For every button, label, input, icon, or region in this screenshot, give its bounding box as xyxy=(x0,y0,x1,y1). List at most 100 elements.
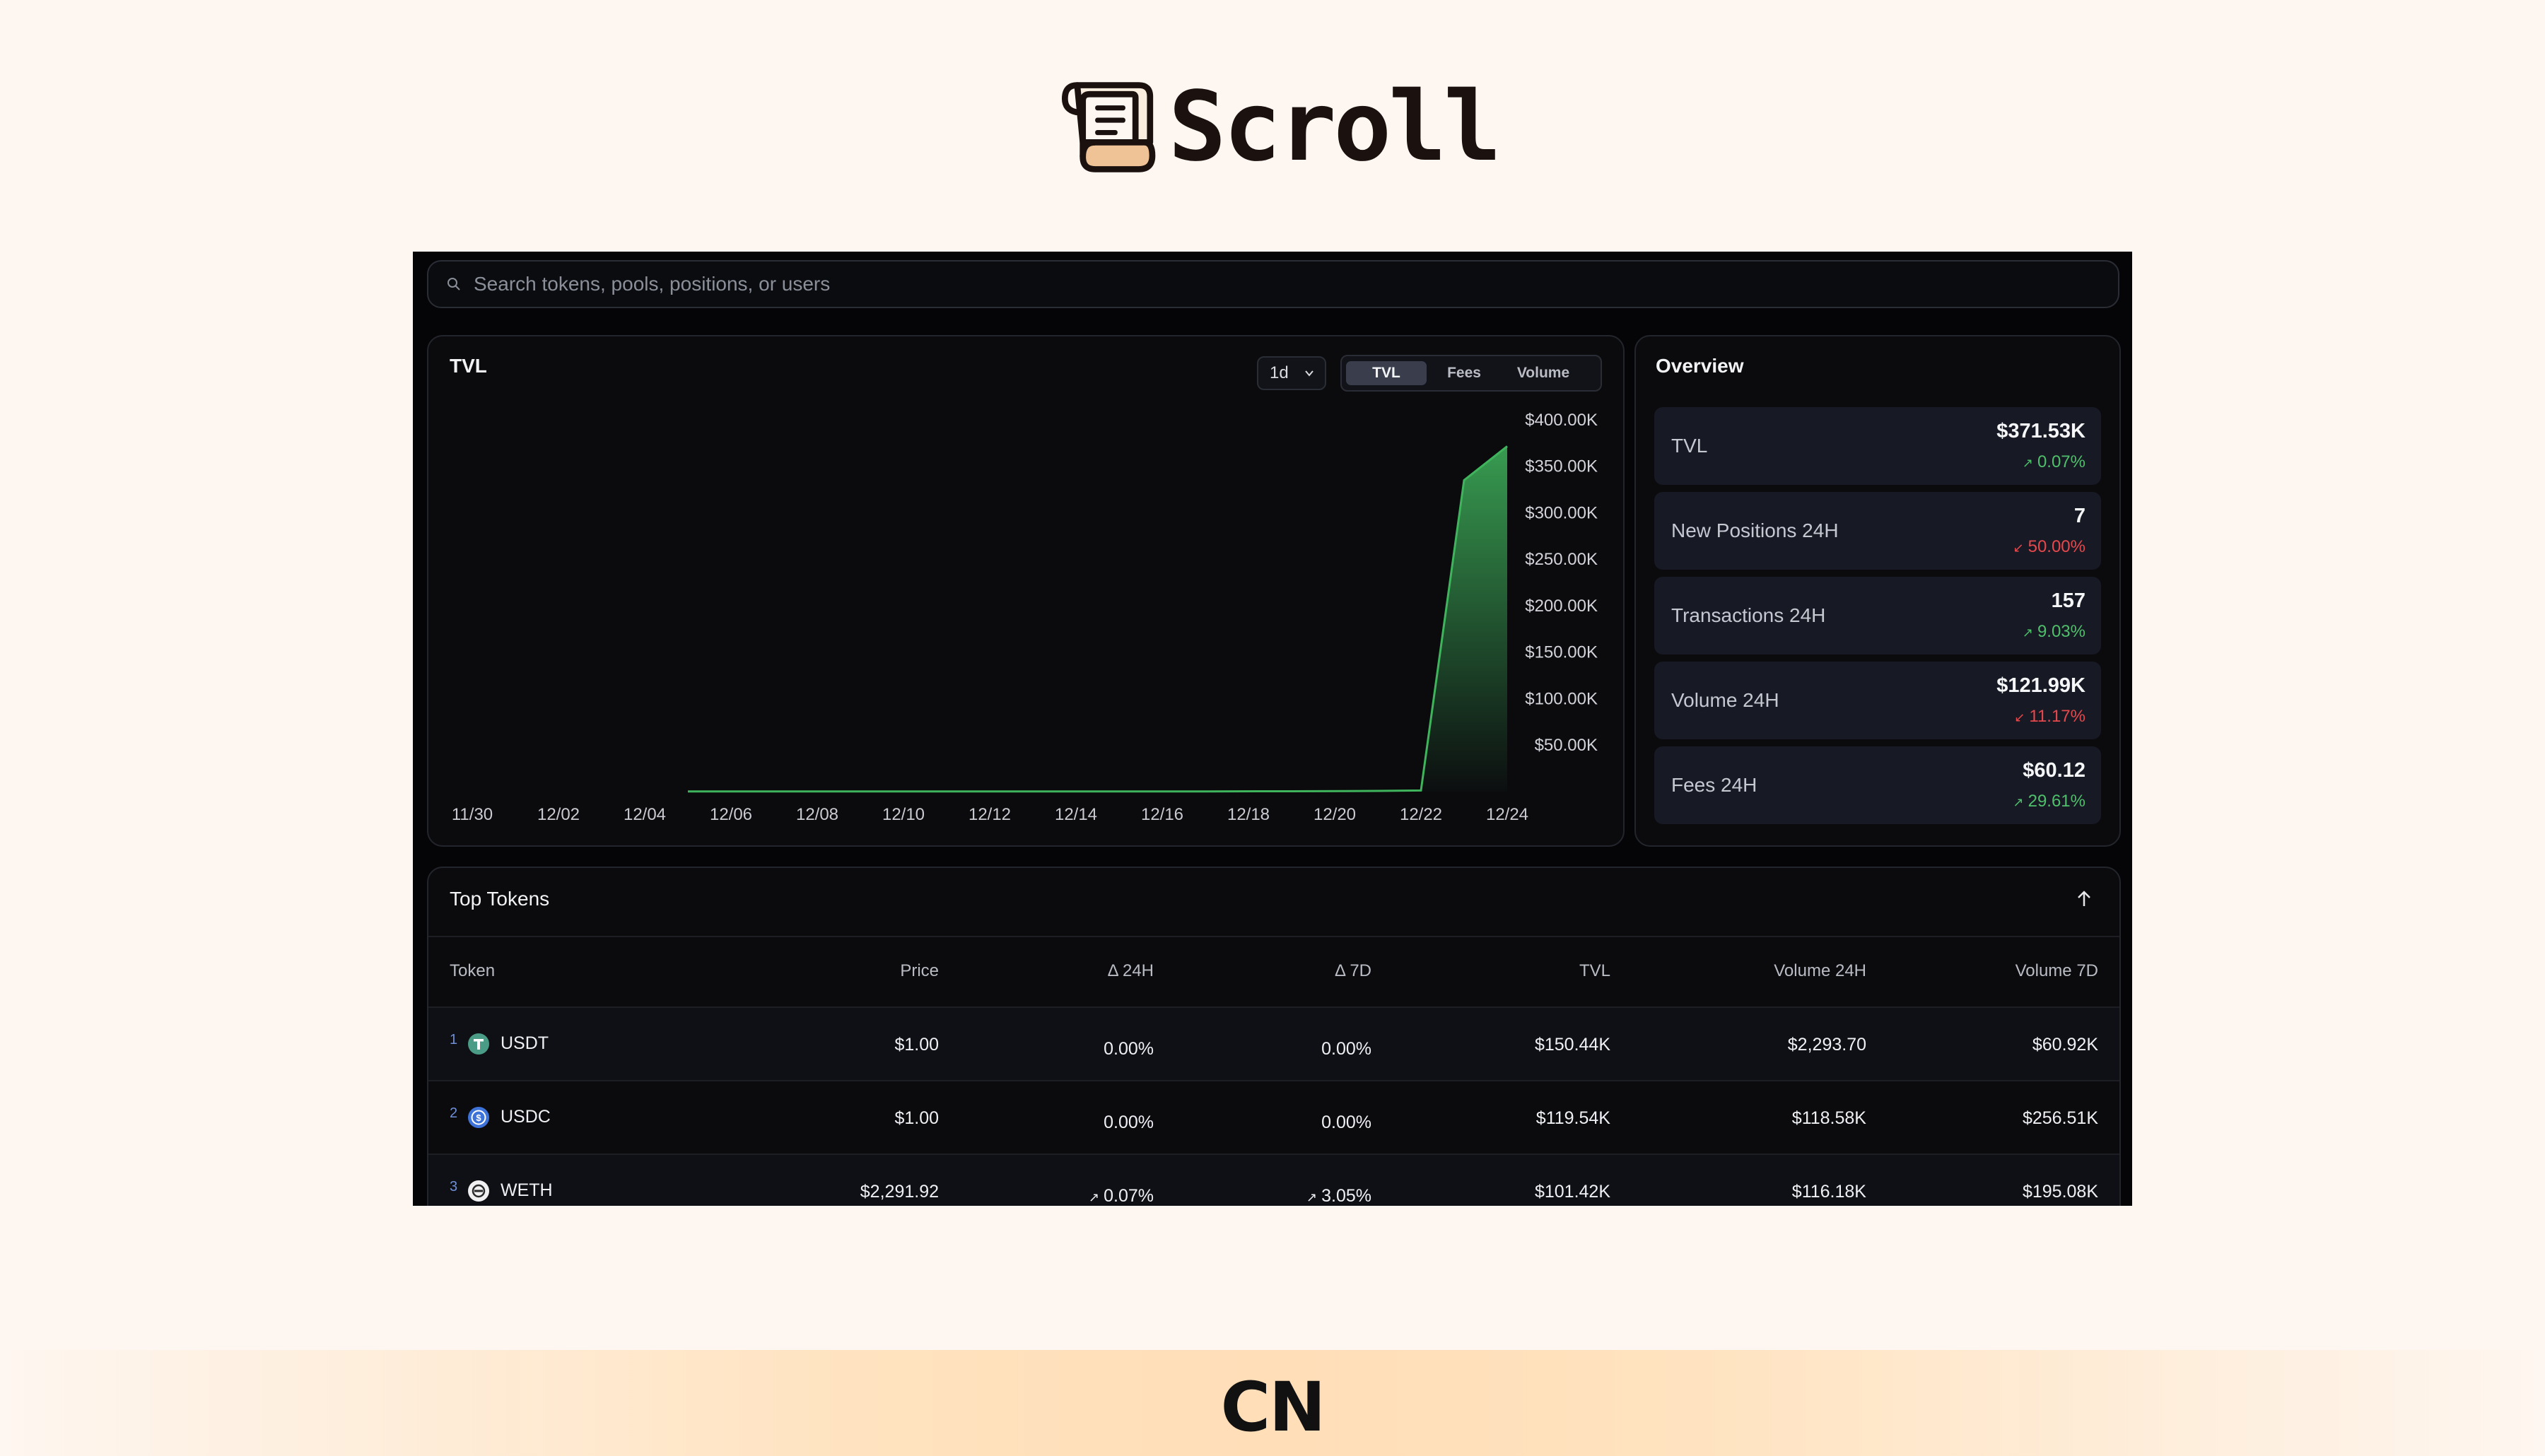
tether-icon xyxy=(468,1033,489,1055)
col-header-volume-24h[interactable]: Volume 24H xyxy=(1774,961,1866,981)
table-row[interactable]: 3 WETH $2,291.92 ↗ 0.07% ↗ 3.05% $101.42K … xyxy=(428,1153,2119,1206)
y-axis-tick-label: $250.00K xyxy=(1525,550,1598,569)
y-axis-tick-label: $200.00K xyxy=(1525,597,1598,616)
search-icon xyxy=(447,278,460,290)
y-axis-tick-label: $50.00K xyxy=(1535,736,1598,755)
arrow-down-left-icon: ↙ xyxy=(2013,541,2024,555)
tvl-line xyxy=(688,445,1508,793)
table-row[interactable]: 2 $ USDC $1.00 0.00% 0.00% $119.54K $118… xyxy=(428,1080,2119,1153)
x-axis-tick-label: 11/30 xyxy=(452,805,493,824)
token-rank: 2 xyxy=(450,1105,458,1121)
arrow-down-left-icon: ↙ xyxy=(2014,710,2025,724)
y-axis-tick-label: $300.00K xyxy=(1525,503,1598,522)
stat-change: ↗ 29.61% xyxy=(2013,792,2086,811)
token-symbol: WETH xyxy=(501,1180,553,1200)
token-change-7d: 0.00% xyxy=(1321,1039,1371,1059)
arrow-up-right-icon: ↗ xyxy=(1089,1190,1100,1204)
stat-tvl: TVL $371.53K ↗ 0.07% xyxy=(1654,407,2101,485)
y-axis-tick-label: $400.00K xyxy=(1525,411,1598,430)
arrow-up-right-icon: ↗ xyxy=(2022,626,2033,640)
overview-card: Overview TVL $371.53K ↗ 0.07% New Positio… xyxy=(1634,335,2121,847)
top-tokens-card: Top Tokens Token Price Δ 24H Δ 7D TVL Vo… xyxy=(427,867,2121,1206)
token-change-24h: ↗ 0.07% xyxy=(1089,1186,1154,1206)
stat-transactions: Transactions 24H 157 ↗ 9.03% xyxy=(1654,577,2101,654)
arrow-up-right-icon: ↗ xyxy=(2013,795,2024,809)
stat-volume: Volume 24H $121.99K ↙ 11.17% xyxy=(1654,662,2101,739)
col-header-price[interactable]: Price xyxy=(900,961,939,981)
token-symbol: USDT xyxy=(501,1033,549,1053)
token-rank: 3 xyxy=(450,1179,458,1194)
token-rank: 1 xyxy=(450,1032,458,1047)
token-price: $1.00 xyxy=(894,1108,939,1128)
x-axis-tick-label: 12/24 xyxy=(1486,805,1528,824)
y-axis-tick-label: $150.00K xyxy=(1525,643,1598,662)
token-symbol: USDC xyxy=(501,1107,551,1127)
token-volume-7d: $60.92K xyxy=(2032,1035,2098,1055)
usdc-icon: $ xyxy=(468,1107,489,1128)
stat-value: 157 xyxy=(2051,589,2085,612)
token-volume-24h: $2,293.70 xyxy=(1787,1035,1866,1055)
footer-label: CN xyxy=(1220,1368,1326,1447)
svg-text:$: $ xyxy=(476,1112,481,1123)
x-axis-tick-label: 12/06 xyxy=(710,805,752,824)
col-header-change-24h[interactable]: Δ 24H xyxy=(1108,961,1154,981)
col-header-token[interactable]: Token xyxy=(450,961,495,981)
token-change-24h: 0.00% xyxy=(1104,1039,1154,1059)
token-tvl: $150.44K xyxy=(1534,1035,1610,1055)
x-axis-tick-label: 12/10 xyxy=(882,805,925,824)
stat-label: New Positions 24H xyxy=(1671,519,1839,541)
stat-fees: Fees 24H $60.12 ↗ 29.61% xyxy=(1654,746,2101,824)
overview-title: Overview xyxy=(1656,355,1744,377)
stat-change: ↗ 9.03% xyxy=(2022,622,2085,641)
stat-value: $60.12 xyxy=(2023,759,2085,782)
search-input[interactable]: Search tokens, pools, positions, or user… xyxy=(474,273,830,295)
x-axis-tick-label: 12/16 xyxy=(1141,805,1183,824)
app-window: Search tokens, pools, positions, or user… xyxy=(413,252,2132,1206)
stat-new-positions: New Positions 24H 7 ↙ 50.00% xyxy=(1654,492,2101,570)
y-axis-tick-label: $350.00K xyxy=(1525,457,1598,476)
stat-label: Transactions 24H xyxy=(1671,604,1826,626)
table-row[interactable]: 1 USDT $1.00 0.00% 0.00% $150.44K $2,293… xyxy=(428,1006,2119,1080)
x-axis-tick-label: 12/12 xyxy=(969,805,1011,824)
x-axis-tick-label: 12/08 xyxy=(796,805,838,824)
x-axis-tick-label: 12/02 xyxy=(537,805,580,824)
token-tvl: $101.42K xyxy=(1534,1182,1610,1202)
brand-logo: Scroll xyxy=(1060,67,1502,187)
stat-value: $371.53K xyxy=(1996,420,2085,442)
stat-label: Fees 24H xyxy=(1671,774,1757,796)
scroll-logo-icon xyxy=(1061,82,1156,172)
token-volume-24h: $116.18K xyxy=(1791,1182,1866,1202)
x-axis-tick-label: 12/22 xyxy=(1400,805,1442,824)
token-change-7d: 0.00% xyxy=(1321,1112,1371,1132)
token-change-7d: ↗ 3.05% xyxy=(1306,1186,1371,1206)
token-tvl: $119.54K xyxy=(1535,1108,1610,1128)
tvl-area xyxy=(688,446,1507,792)
token-volume-7d: $195.08K xyxy=(2022,1182,2098,1202)
col-header-change-7d[interactable]: Δ 7D xyxy=(1335,961,1371,981)
stat-value: 7 xyxy=(2073,505,2085,527)
col-header-tvl[interactable]: TVL xyxy=(1579,961,1610,981)
tvl-area-chart: $400.00K $350.00K $300.00K $250.00K $200.00K… xyxy=(452,411,1598,824)
x-axis-tick-label: 12/14 xyxy=(1055,805,1097,824)
stat-label: TVL xyxy=(1671,435,1708,457)
token-volume-7d: $256.51K xyxy=(2022,1108,2098,1128)
brand-name: Scroll xyxy=(1168,71,1502,183)
x-axis-tick-label: 12/04 xyxy=(624,805,666,824)
eth-icon xyxy=(468,1180,489,1202)
arrow-up-right-icon: ↗ xyxy=(2022,456,2033,470)
stat-label: Volume 24H xyxy=(1671,689,1779,711)
token-price: $2,291.92 xyxy=(860,1182,939,1202)
token-volume-24h: $118.58K xyxy=(1791,1108,1866,1128)
divider xyxy=(428,936,2119,937)
stat-value: $121.99K xyxy=(1996,674,2085,697)
search-bar[interactable]: Search tokens, pools, positions, or user… xyxy=(427,260,2119,308)
top-tokens-title: Top Tokens xyxy=(450,888,550,910)
arrow-up-right-icon: ↗ xyxy=(1306,1190,1318,1204)
token-change-24h: 0.00% xyxy=(1104,1112,1154,1132)
arrow-up-icon[interactable] xyxy=(2074,889,2094,909)
token-price: $1.00 xyxy=(894,1035,939,1055)
tvl-chart-card: TVL 1d TVL Fees Volume $400.00K $350.00K $… xyxy=(427,335,1625,847)
col-header-volume-7d[interactable]: Volume 7D xyxy=(2015,961,2098,981)
x-axis-tick-label: 12/20 xyxy=(1314,805,1356,824)
x-axis-tick-label: 12/18 xyxy=(1227,805,1270,824)
